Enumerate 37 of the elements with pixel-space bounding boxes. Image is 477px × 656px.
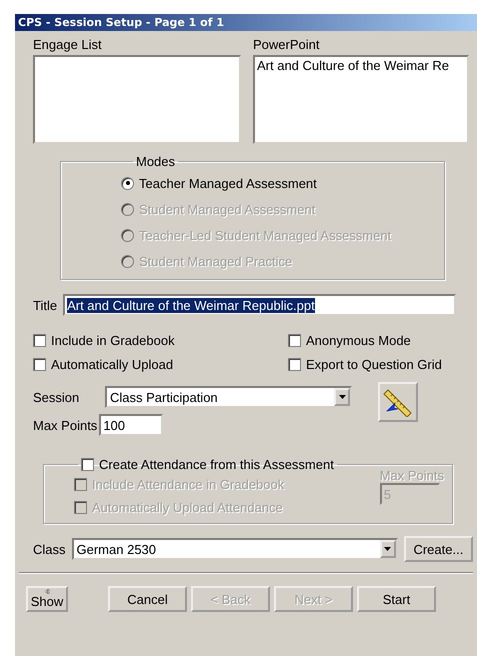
- field-label: Session: [33, 390, 80, 404]
- dropdown-button[interactable]: [334, 388, 350, 406]
- ruler-tool-button[interactable]: [378, 382, 418, 422]
- checkbox[interactable]: [33, 334, 46, 346]
- checkbox-label: Automatically Upload: [51, 356, 174, 372]
- caret-icon: [338, 395, 346, 399]
- dialog-button[interactable]: Cancel: [108, 586, 187, 612]
- list-item[interactable]: Art and Culture of the Weimar Re: [257, 58, 465, 73]
- max-points-field[interactable]: 100: [99, 414, 164, 436]
- checkbox[interactable]: [288, 334, 301, 346]
- field-label: Class: [33, 542, 66, 556]
- dialog-button[interactable]: Start: [357, 586, 436, 612]
- checkbox-label: Export to Question Grid: [306, 356, 442, 372]
- show-button[interactable]: Show: [26, 586, 68, 612]
- checkbox[interactable]: [33, 358, 46, 370]
- title-field[interactable]: Art and Culture of the Weimar Republic.ppt: [63, 294, 456, 316]
- checkbox-label: Anonymous Mode: [306, 332, 411, 348]
- checkbox-label: Create Attendance from this Assessment: [99, 456, 334, 472]
- class-dropdown[interactable]: German 2530: [72, 538, 398, 560]
- caret-icon: [384, 547, 392, 551]
- engage-list[interactable]: [33, 55, 241, 144]
- powerpoint-list[interactable]: Art and Culture of the Weimar Re: [253, 55, 469, 144]
- dropdown-button[interactable]: [380, 540, 396, 558]
- field-label: Title: [33, 298, 58, 312]
- checkbox[interactable]: [288, 358, 301, 370]
- checkbox[interactable]: [81, 458, 94, 470]
- radio-button[interactable]: [121, 176, 134, 190]
- group-label: Modes: [135, 154, 176, 169]
- session-dropdown[interactable]: Class Participation: [105, 386, 352, 408]
- list-label: Engage List: [33, 37, 103, 52]
- radio-label: Teacher Managed Assessment: [139, 176, 317, 190]
- ruler-icon: [383, 387, 413, 417]
- checkbox-label: Include in Gradebook: [51, 332, 175, 348]
- list-label: PowerPoint: [253, 37, 320, 52]
- create-button[interactable]: Create...: [404, 536, 473, 562]
- window-title: CPS - Session Setup - Page 1 of 1: [15, 14, 477, 31]
- field-label: Max Points: [33, 418, 98, 432]
